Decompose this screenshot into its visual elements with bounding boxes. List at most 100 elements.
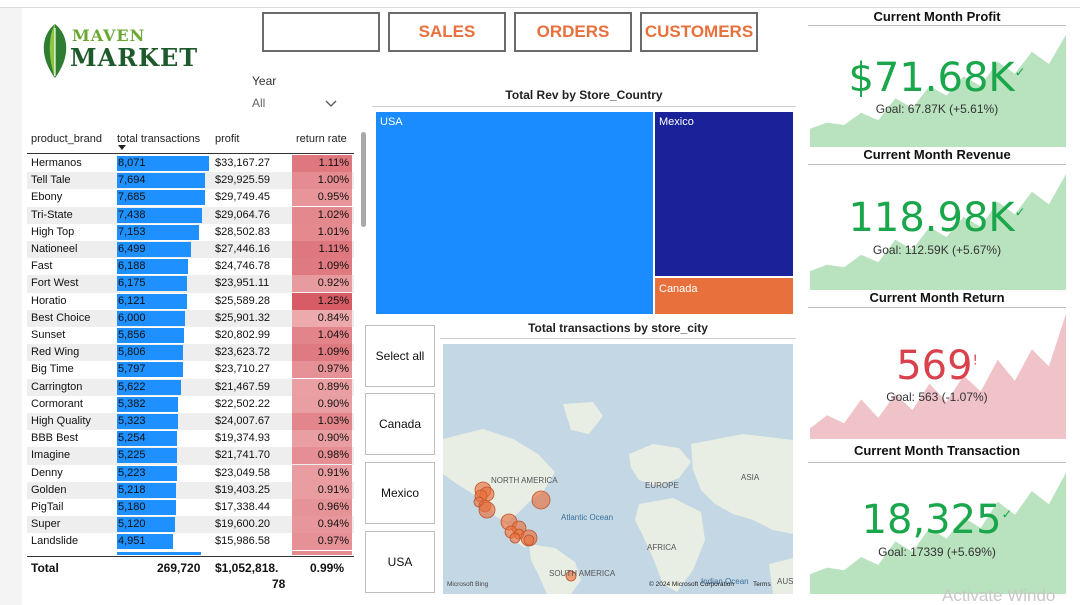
table-row[interactable]: Hermanos 8,071 $33,167.27 1.11%	[27, 155, 354, 172]
table-row[interactable]: Golden 5,218 $19,403.25 0.91%	[27, 481, 354, 499]
table-row[interactable]: Tell Tale 7,694 $29,925.59 1.00%	[27, 172, 354, 190]
return-rate-value: 1.02%	[317, 208, 349, 221]
table-row[interactable]: Best Choice 6,000 $25,901.32 0.84%	[27, 309, 354, 327]
map-label-north-america: NORTH AMERICA	[491, 476, 558, 485]
cell-product-brand: High Quality	[31, 415, 91, 427]
table-row[interactable]: Super 5,120 $19,600.20 0.94%	[27, 516, 354, 534]
table-row[interactable]: Tri-State 7,438 $29,064.76 1.02%	[27, 206, 354, 224]
kpi-title: Current Month Profit	[873, 9, 1001, 24]
nav-overview-label: OVERVIEW	[291, 26, 351, 38]
cell-total-transactions: 7,685	[118, 191, 146, 204]
header-total-transactions[interactable]: total transactions	[117, 133, 200, 145]
treemap-title: Total Rev by Store_Country	[505, 88, 663, 102]
nav-overview-button[interactable]: OVERVIEW	[262, 12, 380, 52]
table-row[interactable]: Landslide 4,951 $15,986.58 0.97%	[27, 533, 354, 551]
checkmark-icon: ✓	[1014, 205, 1026, 221]
table-row[interactable]: Nationeel 6,499 $27,446.16 1.11%	[27, 241, 354, 259]
city-transaction-bubble[interactable]	[523, 534, 535, 546]
table-row[interactable]: Carrington 5,622 $21,467.59 0.89%	[27, 378, 354, 396]
table-row[interactable]: BBB Best 5,254 $19,374.93 0.90%	[27, 430, 354, 448]
store-city-map[interactable]: NORTH AMERICA EUROPE ASIA Atlantic Ocean…	[443, 344, 793, 594]
header-profit[interactable]: profit	[215, 133, 239, 145]
report-page: MAVEN MARKET OVERVIEW SALES ORDERS CUSTO…	[0, 0, 1080, 605]
table-row[interactable]: Red Wing 5,806 $23,623.72 1.09%	[27, 344, 354, 362]
header-return-rate[interactable]: return rate	[296, 133, 347, 145]
cell-return-rate: 0.89%	[292, 378, 352, 396]
table-row[interactable]: PigTail 5,180 $17,338.44 0.96%	[27, 499, 354, 516]
table-row[interactable]: Imagine 5,225 $21,741.70 0.98%	[27, 447, 354, 465]
cell-product-brand: Horatio	[31, 294, 67, 307]
cell-return-rate: 0.97%	[292, 361, 352, 379]
return-rate-value: 0.89%	[317, 380, 349, 393]
cell-total-transactions: 6,499	[118, 243, 146, 255]
table-row[interactable]: Sunset 5,856 $20,802.99 1.04%	[27, 327, 354, 344]
cell-return-rate: 1.09%	[292, 258, 352, 276]
table-row[interactable]: High Top 7,153 $28,502.83 1.01%	[27, 223, 354, 241]
cell-return-rate: 0.96%	[292, 499, 352, 516]
city-transaction-bubble[interactable]	[509, 532, 521, 544]
table-row[interactable]: High Quality 5,323 $24,007.67 1.03%	[27, 413, 354, 431]
table-row[interactable]: Fast 6,188 $24,746.78 1.09%	[27, 258, 354, 276]
cell-total-transactions: 6,121	[118, 294, 146, 307]
cell-profit: $29,925.59	[215, 174, 271, 187]
slicer-usa-button[interactable]: USA	[365, 531, 435, 593]
treemap-tile-canada[interactable]: Canada	[655, 278, 793, 314]
nav-customers-button[interactable]: CUSTOMERS	[640, 12, 758, 52]
map-label-europe: EUROPE	[645, 481, 679, 490]
table-row-partial	[27, 550, 354, 555]
kpi-title-divider	[808, 164, 1066, 165]
table-row[interactable]: Denny 5,223 $23,049.58 0.91%	[27, 464, 354, 482]
table-row[interactable]: Big Time 5,797 $23,710.27 0.97%	[27, 361, 354, 379]
cell-return-rate: 1.04%	[292, 327, 352, 344]
checkmark-icon: ✓	[1014, 65, 1026, 81]
slicer-mexico-button[interactable]: Mexico	[365, 462, 435, 524]
kpi-value-text: 118.98K	[848, 195, 1015, 241]
year-slicer-value: All	[252, 96, 266, 110]
land-europe	[629, 444, 691, 486]
table-scrollbar-thumb[interactable]	[361, 132, 366, 227]
checkmark-icon: ✓	[1001, 507, 1013, 523]
kpi-value-text: $71.68K	[848, 55, 1015, 101]
treemap-tile-usa[interactable]: USA	[376, 112, 653, 314]
cell-product-brand: High Top	[31, 225, 75, 238]
cell-return-rate: 0.97%	[292, 533, 352, 551]
slicer-mexico-label: Mexico	[380, 486, 419, 500]
slicer-canada-button[interactable]: Canada	[365, 393, 435, 455]
treemap-label-usa: USA	[380, 116, 403, 128]
table-row[interactable]: Ebony 7,685 $29,749.45 0.95%	[27, 189, 354, 207]
cell-profit: $17,338.44	[215, 501, 271, 513]
nav-orders-button[interactable]: ORDERS	[514, 12, 632, 52]
kpi-value: $71.68K✓	[808, 55, 1066, 101]
city-transaction-bubble[interactable]	[531, 490, 551, 510]
cell-profit: $19,374.93	[215, 432, 271, 445]
cell-profit: $15,986.58	[215, 535, 271, 548]
cell-return-rate: 1.11%	[292, 155, 352, 172]
table-row[interactable]: Cormorant 5,382 $22,502.22 0.90%	[27, 395, 354, 413]
cell-profit: $23,710.27	[215, 363, 271, 376]
header-product-brand[interactable]: product_brand	[31, 133, 102, 145]
cell-return-rate: 1.00%	[292, 172, 352, 190]
slicer-select-all-button[interactable]: Select all	[365, 325, 435, 387]
map-label-australia: AUS	[777, 577, 793, 586]
map-terms-link[interactable]: Terms	[753, 581, 771, 588]
cell-total-transactions: 8,071	[118, 157, 146, 169]
chevron-down-icon[interactable]	[325, 97, 337, 109]
cell-return-rate: 0.94%	[292, 516, 352, 534]
table-row[interactable]: Fort West 6,175 $23,951.11 0.92%	[27, 275, 354, 293]
slicer-usa-label: USA	[387, 555, 413, 569]
cell-product-brand: Ebony	[31, 191, 63, 204]
return-rate-value: 1.03%	[317, 415, 349, 427]
cell-profit: $21,741.70	[215, 449, 271, 462]
cell-return-rate: 0.91%	[292, 464, 352, 482]
total-return-rate: 0.99%	[310, 561, 345, 575]
city-transaction-bubble[interactable]	[478, 501, 496, 519]
table-row[interactable]: Horatio 6,121 $25,589.28 1.25%	[27, 292, 354, 310]
land-greenland	[563, 402, 603, 434]
cell-product-brand: Imagine	[31, 449, 71, 462]
cell-product-brand: Best Choice	[31, 311, 91, 324]
nav-sales-button[interactable]: SALES	[388, 12, 506, 52]
treemap-tile-mexico[interactable]: Mexico	[655, 112, 793, 276]
kpi-value: 18,325✓	[808, 497, 1066, 543]
cell-total-transactions: 6,175	[118, 277, 146, 290]
kpi-goal: Goal: 67.87K (+5.61%)	[875, 102, 999, 116]
